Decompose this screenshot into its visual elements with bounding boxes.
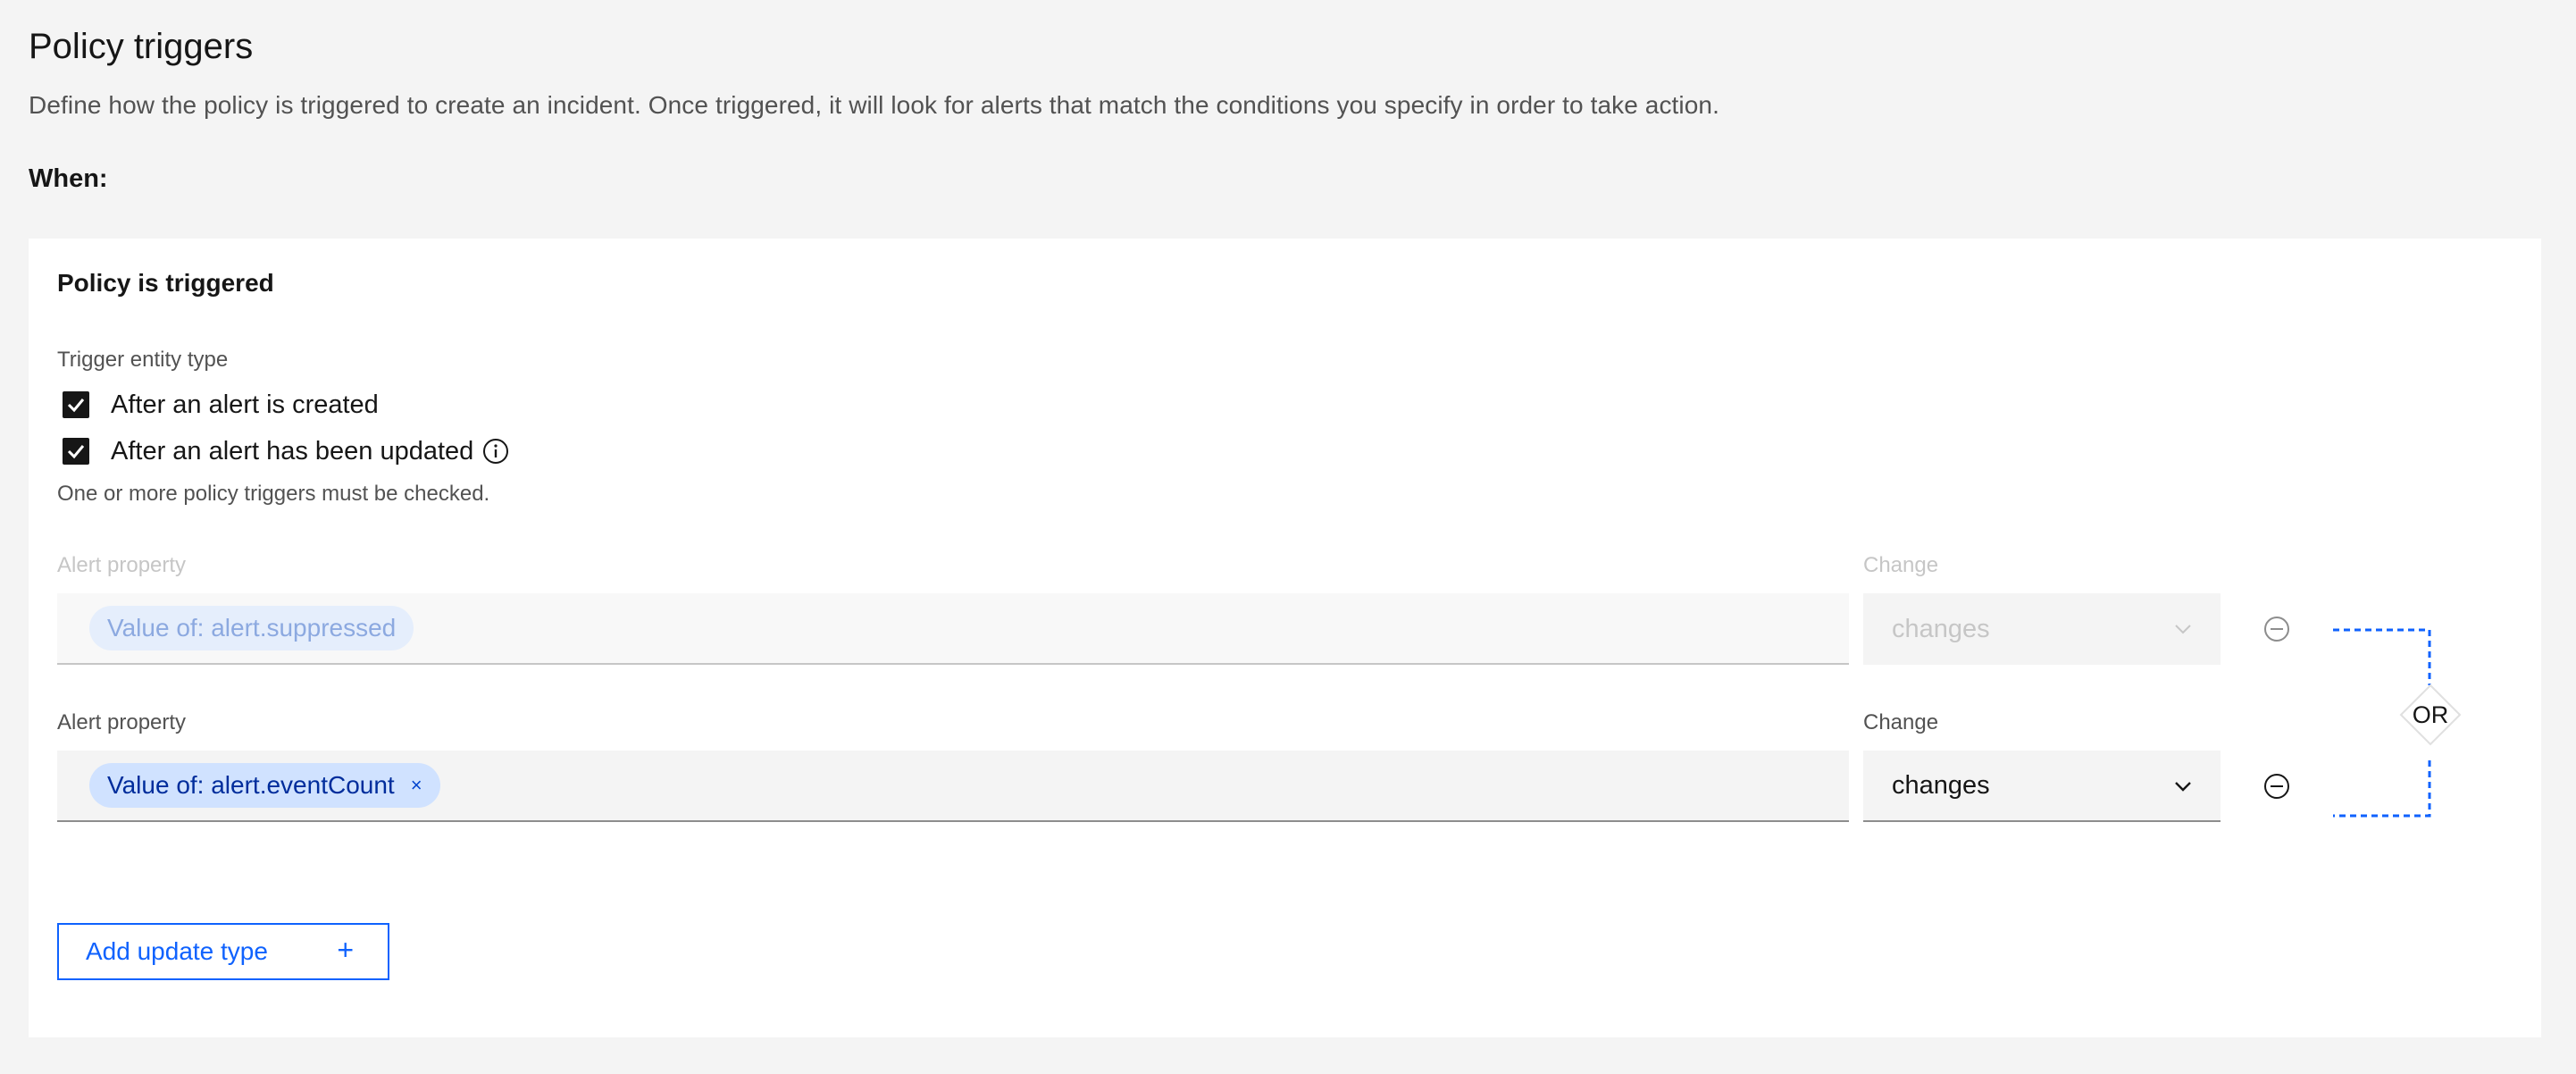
policy-trigger-card: Policy is triggered Trigger entity type … [29,239,2541,1037]
checkbox-alert-updated[interactable]: After an alert has been updated [63,433,509,469]
checkbox-label: After an alert has been updated [111,436,474,466]
checkbox-checked-icon[interactable] [63,438,89,465]
change-dropdown-value: changes [1892,614,1990,643]
property-tag: Value of: alert.suppressed [89,606,414,650]
alert-property-label: Alert property [57,553,187,577]
remove-condition-icon[interactable] [2262,614,2292,644]
or-label: OR [2412,701,2449,728]
chevron-down-icon [2175,625,2191,634]
info-icon[interactable] [482,438,509,465]
property-tag: Value of: alert.eventCount × [89,763,440,808]
property-tag-text: Value of: alert.eventCount [107,771,395,799]
page-title: Policy triggers [29,27,254,66]
when-label: When: [29,164,108,193]
tag-close-icon[interactable]: × [411,774,422,797]
trigger-entity-label: Trigger entity type [57,348,229,372]
plus-icon: + [337,934,354,966]
checkbox-label: After an alert is created [111,390,379,419]
card-title: Policy is triggered [57,269,274,297]
change-dropdown-value: changes [1892,770,1990,800]
property-tag-text: Value of: alert.suppressed [107,614,397,642]
add-update-type-label: Add update type [86,937,268,965]
page-description: Define how the policy is triggered to cr… [29,91,1719,119]
checkbox-alert-created[interactable]: After an alert is created [63,387,379,423]
change-label: Change [1863,710,1939,734]
policy-triggers-page: Policy triggers Define how the policy is… [0,0,2576,1074]
chevron-down-icon [2175,782,2191,792]
remove-condition-icon[interactable] [2262,771,2292,801]
alert-property-field[interactable]: Value of: alert.eventCount × [57,751,1849,822]
helper-text: One or more policy triggers must be chec… [57,482,490,506]
alert-property-field: Value of: alert.suppressed [57,593,1849,665]
checkbox-checked-icon[interactable] [63,391,89,418]
change-label: Change [1863,553,1939,577]
change-dropdown: changes [1863,593,2221,665]
alert-property-label: Alert property [57,710,187,734]
add-update-type-button[interactable]: Add update type + [57,923,389,980]
change-dropdown[interactable]: changes [1863,751,2221,822]
